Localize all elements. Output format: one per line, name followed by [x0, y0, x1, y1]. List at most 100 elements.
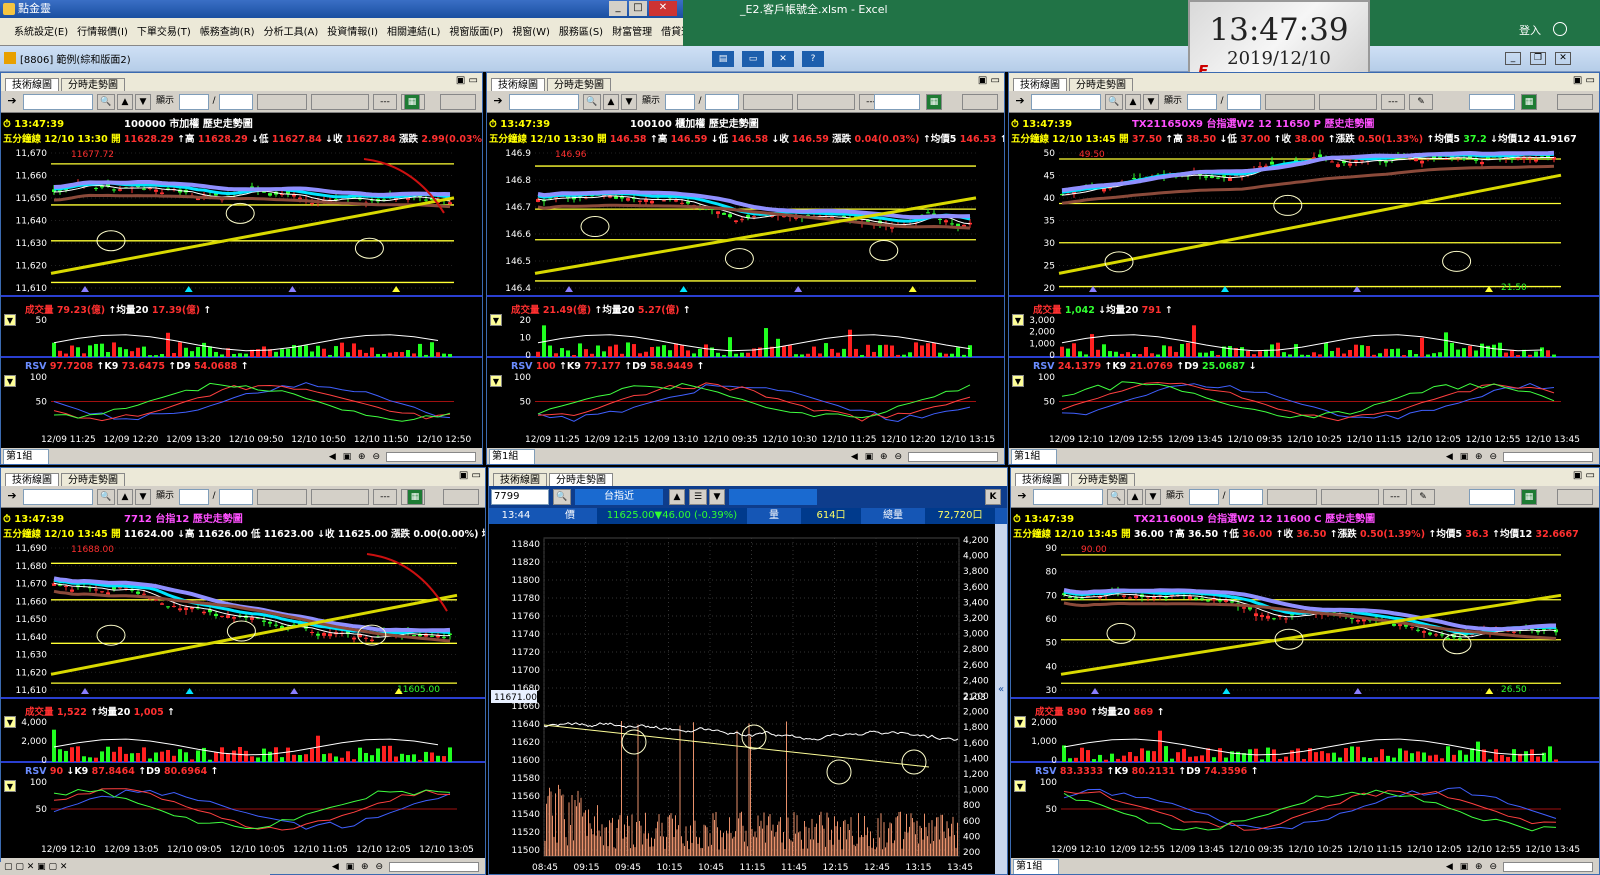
panel-window-controls[interactable]: ▣ ▭	[1573, 470, 1595, 481]
group-select[interactable]	[1469, 489, 1515, 505]
count-input[interactable]	[179, 94, 209, 110]
close-icon[interactable]: ✕	[649, 1, 677, 16]
settings-button[interactable]	[440, 94, 476, 110]
period-select[interactable]	[1321, 489, 1379, 505]
code-select[interactable]	[1033, 489, 1103, 505]
search-icon[interactable]: 🔍	[97, 489, 115, 505]
excel-icon[interactable]: ▦	[404, 94, 420, 110]
kline-select[interactable]	[743, 94, 793, 110]
maximize-icon[interactable]: □	[629, 1, 647, 16]
menu-item[interactable]: 帳務查詢(R)	[200, 23, 255, 38]
menu-item[interactable]: 投資情報(I)	[327, 23, 378, 38]
menu-item[interactable]: 視窗版面(P)	[449, 23, 503, 38]
draw-tool-icon[interactable]: ✎	[1411, 489, 1435, 505]
minimize-icon[interactable]: _	[609, 1, 627, 16]
list-icon[interactable]: ☰	[689, 489, 707, 505]
up-icon[interactable]: ▲	[117, 489, 133, 505]
zoom-controls[interactable]: ◀ ▣ ⊕ ⊖	[332, 862, 385, 872]
menu-item[interactable]: 財富管理	[612, 23, 652, 38]
tab-intraday[interactable]: 分時走勢圖	[61, 78, 125, 92]
scroll-track[interactable]	[1503, 452, 1593, 462]
menu-item[interactable]: 分析工具(A)	[264, 23, 319, 38]
user-icon[interactable]	[1553, 22, 1567, 36]
settings-button[interactable]	[1557, 489, 1593, 505]
code-select[interactable]	[23, 489, 93, 505]
up-icon[interactable]: ▲	[603, 94, 619, 110]
volume-dropdown-icon[interactable]: ▼	[4, 716, 16, 728]
code-select[interactable]: 7799	[491, 489, 549, 505]
scroll-track[interactable]	[389, 862, 479, 872]
total-input[interactable]	[1229, 489, 1263, 505]
tab-technical-chart[interactable]: 技術線圖	[491, 78, 545, 92]
panel-window-controls[interactable]: ▣ ▭	[978, 75, 1000, 86]
code-select[interactable]	[509, 94, 579, 110]
count-input[interactable]	[179, 489, 209, 505]
volume-dropdown-icon[interactable]: ▼	[4, 314, 16, 326]
tab-technical-chart[interactable]: 技術線圖	[493, 473, 547, 487]
up-icon[interactable]: ▲	[1125, 94, 1141, 110]
up-icon[interactable]: ▲	[669, 489, 685, 505]
count-input[interactable]	[1187, 94, 1217, 110]
k-button[interactable]: K	[985, 489, 1001, 505]
search-icon[interactable]: 🔍	[1105, 94, 1123, 110]
tab-intraday[interactable]: 分時走勢圖	[1069, 78, 1133, 92]
tab-intraday[interactable]: 分時走勢圖	[549, 473, 613, 487]
settings-button[interactable]	[962, 94, 998, 110]
period-select[interactable]	[311, 94, 369, 110]
kd-dropdown-icon[interactable]: ▼	[1012, 375, 1024, 387]
down-icon[interactable]: ▼	[709, 489, 725, 505]
settings-button[interactable]	[1557, 94, 1593, 110]
zoom-controls[interactable]: ◀ ▣ ⊕ ⊖	[329, 452, 382, 462]
tab-technical-chart[interactable]: 技術線圖	[1015, 473, 1069, 487]
group-dropdown[interactable]: 第1組	[489, 449, 535, 464]
excel-icon[interactable]: ▦	[1521, 94, 1537, 110]
group-select[interactable]	[1469, 94, 1515, 110]
down-icon[interactable]: ▼	[135, 94, 151, 110]
kd-dropdown-icon[interactable]: ▼	[1014, 780, 1026, 792]
menu-item[interactable]: 下單交易(T)	[137, 23, 191, 38]
minimized-windows-bar[interactable]: ▢ ▢ ✕ ▣ ▢ ✕	[0, 862, 270, 875]
kline-select[interactable]	[257, 489, 307, 505]
layout-button-2[interactable]: ▭	[742, 51, 764, 67]
sub-restore-icon[interactable]: ❐	[1530, 52, 1546, 65]
search-icon[interactable]: 🔍	[583, 94, 601, 110]
group-dropdown[interactable]: 第1組	[3, 449, 49, 464]
scroll-track[interactable]	[908, 452, 998, 462]
total-input[interactable]	[219, 94, 253, 110]
down-icon[interactable]: ▼	[1145, 489, 1161, 505]
login-link[interactable]: 登入	[1519, 22, 1541, 38]
down-icon[interactable]: ▼	[1143, 94, 1159, 110]
arrow-icon[interactable]: ➔	[489, 94, 507, 110]
sub-minimize-icon[interactable]: _	[1505, 52, 1521, 65]
search-icon[interactable]: 🔍	[97, 94, 115, 110]
total-input[interactable]	[219, 489, 253, 505]
settings-button[interactable]	[443, 489, 479, 505]
menu-item[interactable]: 視窗(W)	[512, 23, 550, 38]
tab-intraday[interactable]: 分時走勢圖	[61, 473, 125, 487]
group-dropdown[interactable]: 第1組	[1011, 449, 1057, 464]
kline-select[interactable]	[257, 94, 307, 110]
volume-dropdown-icon[interactable]: ▼	[490, 314, 502, 326]
code-select[interactable]	[1031, 94, 1101, 110]
kline-select[interactable]	[1265, 94, 1315, 110]
arrow-icon[interactable]: ➔	[3, 489, 21, 505]
help-button[interactable]: ?	[802, 51, 824, 67]
kd-dropdown-icon[interactable]: ▼	[490, 375, 502, 387]
collapse-side-button[interactable]: «	[995, 524, 1007, 874]
group-select[interactable]	[874, 94, 920, 110]
draw-tool-icon[interactable]: ✎	[1409, 94, 1433, 110]
total-input[interactable]	[705, 94, 739, 110]
up-icon[interactable]: ▲	[117, 94, 133, 110]
count-input[interactable]	[665, 94, 695, 110]
menu-item[interactable]: 相關連結(L)	[387, 23, 440, 38]
down-icon[interactable]: ▼	[621, 94, 637, 110]
panel-window-controls[interactable]: ▣ ▭	[1573, 75, 1595, 86]
sub-close-icon[interactable]: ✕	[1555, 52, 1571, 65]
arrow-icon[interactable]: ➔	[1013, 489, 1031, 505]
period-select[interactable]	[1319, 94, 1377, 110]
menu-item[interactable]: 服務區(S)	[559, 23, 603, 38]
search-icon[interactable]: 🔍	[553, 489, 571, 505]
arrow-icon[interactable]: ➔	[3, 94, 21, 110]
excel-icon[interactable]: ▦	[407, 489, 423, 505]
kd-dropdown-icon[interactable]: ▼	[4, 780, 16, 792]
